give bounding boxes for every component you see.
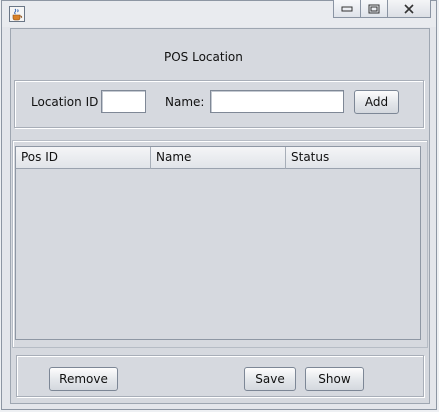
save-button[interactable]: Save [244, 367, 296, 391]
minimize-icon [341, 6, 353, 11]
show-button[interactable]: Show [305, 367, 364, 391]
location-id-label: Location ID [31, 95, 99, 109]
maximize-button[interactable] [360, 0, 388, 18]
entry-form-section: Location ID Name: Add [14, 80, 424, 128]
app-window: POS Location Location ID Name: Add Pos I… [1, 0, 437, 410]
table-section [12, 140, 428, 348]
minimize-button[interactable] [333, 0, 361, 18]
java-cup-icon[interactable] [9, 6, 25, 22]
add-button[interactable]: Add [354, 90, 399, 114]
maximize-icon [368, 4, 380, 13]
button-section: Remove Save Show [16, 355, 424, 397]
title-section: POS Location [12, 29, 428, 73]
remove-button[interactable]: Remove [49, 367, 118, 391]
content-panel: POS Location Location ID Name: Add Pos I… [10, 28, 430, 404]
name-label: Name: [165, 95, 205, 109]
page-title: POS Location [164, 50, 243, 64]
close-icon [404, 3, 414, 14]
title-bar[interactable] [2, 0, 436, 27]
name-field[interactable] [210, 90, 344, 113]
close-button[interactable] [387, 0, 431, 18]
location-id-field[interactable] [101, 90, 146, 113]
